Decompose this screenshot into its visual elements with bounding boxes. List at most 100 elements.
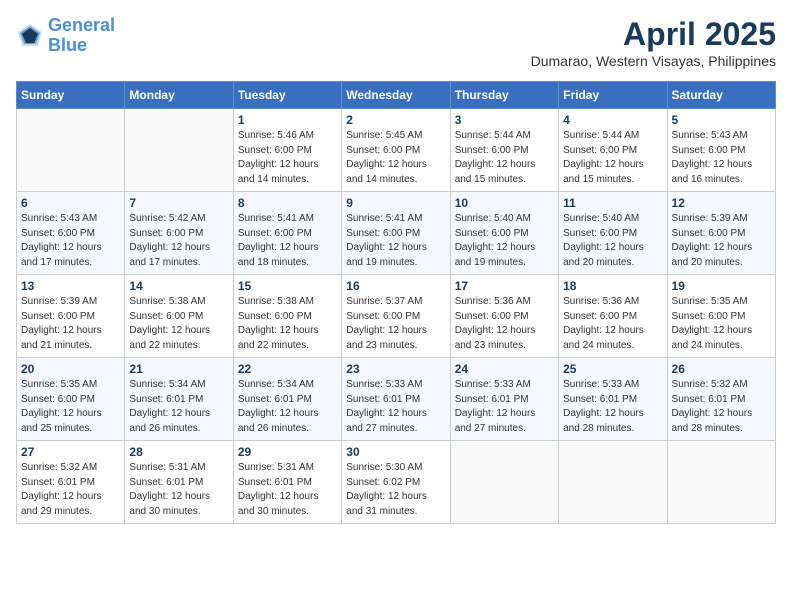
week-row-2: 6 Sunrise: 5:43 AM Sunset: 6:00 PM Daylig… — [17, 192, 776, 275]
day-info: Sunrise: 5:33 AM Sunset: 6:01 PM Dayligh… — [346, 378, 445, 436]
day-info: Sunrise: 5:30 AM Sunset: 6:02 PM Dayligh… — [346, 461, 445, 519]
day-cell: 17 Sunrise: 5:36 AM Sunset: 6:00 PM Dayli… — [450, 275, 558, 358]
day-cell: 19Sunrise: 5:35 AM Sunset: 6:00 PM Dayli… — [667, 275, 775, 358]
day-number: 2 — [346, 113, 445, 127]
day-cell: 22 Sunrise: 5:34 AM Sunset: 6:01 PM Dayli… — [233, 358, 341, 441]
day-cell: 2 Sunrise: 5:45 AM Sunset: 6:00 PM Daylig… — [342, 109, 450, 192]
day-number: 11 — [563, 196, 662, 210]
logo-line1: General — [48, 15, 115, 35]
logo-icon — [16, 22, 44, 50]
day-cell — [17, 109, 125, 192]
day-info: Sunrise: 5:33 AM Sunset: 6:01 PM Dayligh… — [455, 378, 554, 436]
day-cell: 13 Sunrise: 5:39 AM Sunset: 6:00 PM Dayli… — [17, 275, 125, 358]
weekday-header-monday: Monday — [125, 82, 233, 109]
day-number: 3 — [455, 113, 554, 127]
day-number: 18 — [563, 279, 662, 293]
day-cell: 5 Sunrise: 5:43 AM Sunset: 6:00 PM Daylig… — [667, 109, 775, 192]
day-info: Sunrise: 5:39 AM Sunset: 6:00 PM Dayligh… — [21, 295, 120, 353]
weekday-header-wednesday: Wednesday — [342, 82, 450, 109]
day-info: Sunrise: 5:46 AM Sunset: 6:00 PM Dayligh… — [238, 129, 337, 187]
day-info: Sunrise: 5:38 AM Sunset: 6:00 PM Dayligh… — [129, 295, 228, 353]
day-info: Sunrise: 5:35 AM Sunset: 6:00 PM Dayligh… — [21, 378, 120, 436]
day-cell: 21Sunrise: 5:34 AM Sunset: 6:01 PM Dayli… — [125, 358, 233, 441]
day-info: Sunrise: 5:45 AM Sunset: 6:00 PM Dayligh… — [346, 129, 445, 187]
week-row-1: 1 Sunrise: 5:46 AM Sunset: 6:00 PM Daylig… — [17, 109, 776, 192]
week-row-4: 20 Sunrise: 5:35 AM Sunset: 6:00 PM Dayli… — [17, 358, 776, 441]
day-info: Sunrise: 5:31 AM Sunset: 6:01 PM Dayligh… — [238, 461, 337, 519]
day-cell: 9Sunrise: 5:41 AM Sunset: 6:00 PM Daylig… — [342, 192, 450, 275]
day-number: 13 — [21, 279, 120, 293]
day-number: 17 — [455, 279, 554, 293]
page-header: General Blue April 2025 Dumarao, Western… — [16, 16, 776, 69]
day-number: 10 — [455, 196, 554, 210]
day-cell — [667, 441, 775, 524]
day-info: Sunrise: 5:42 AM Sunset: 6:00 PM Dayligh… — [129, 212, 228, 270]
day-cell — [559, 441, 667, 524]
day-number: 30 — [346, 445, 445, 459]
day-info: Sunrise: 5:38 AM Sunset: 6:00 PM Dayligh… — [238, 295, 337, 353]
day-number: 4 — [563, 113, 662, 127]
day-number: 25 — [563, 362, 662, 376]
day-number: 5 — [672, 113, 771, 127]
week-row-5: 27Sunrise: 5:32 AM Sunset: 6:01 PM Dayli… — [17, 441, 776, 524]
day-info: Sunrise: 5:43 AM Sunset: 6:00 PM Dayligh… — [21, 212, 120, 270]
month-title: April 2025 — [531, 16, 776, 53]
day-cell: 6 Sunrise: 5:43 AM Sunset: 6:00 PM Daylig… — [17, 192, 125, 275]
weekday-header-tuesday: Tuesday — [233, 82, 341, 109]
week-row-3: 13 Sunrise: 5:39 AM Sunset: 6:00 PM Dayli… — [17, 275, 776, 358]
day-info: Sunrise: 5:32 AM Sunset: 6:01 PM Dayligh… — [672, 378, 771, 436]
day-info: Sunrise: 5:36 AM Sunset: 6:00 PM Dayligh… — [455, 295, 554, 353]
day-info: Sunrise: 5:34 AM Sunset: 6:01 PM Dayligh… — [238, 378, 337, 436]
day-number: 15 — [238, 279, 337, 293]
day-cell: 14 Sunrise: 5:38 AM Sunset: 6:00 PM Dayli… — [125, 275, 233, 358]
location-subtitle: Dumarao, Western Visayas, Philippines — [531, 53, 776, 69]
day-info: Sunrise: 5:43 AM Sunset: 6:00 PM Dayligh… — [672, 129, 771, 187]
day-cell: 10Sunrise: 5:40 AM Sunset: 6:00 PM Dayli… — [450, 192, 558, 275]
day-info: Sunrise: 5:37 AM Sunset: 6:00 PM Dayligh… — [346, 295, 445, 353]
day-cell: 11 Sunrise: 5:40 AM Sunset: 6:00 PM Dayli… — [559, 192, 667, 275]
logo: General Blue — [16, 16, 115, 56]
day-cell: 1 Sunrise: 5:46 AM Sunset: 6:00 PM Daylig… — [233, 109, 341, 192]
day-number: 1 — [238, 113, 337, 127]
day-number: 8 — [238, 196, 337, 210]
title-block: April 2025 Dumarao, Western Visayas, Phi… — [531, 16, 776, 69]
calendar-table: SundayMondayTuesdayWednesdayThursdayFrid… — [16, 81, 776, 524]
day-number: 24 — [455, 362, 554, 376]
day-number: 19 — [672, 279, 771, 293]
weekday-header-sunday: Sunday — [17, 82, 125, 109]
day-info: Sunrise: 5:44 AM Sunset: 6:00 PM Dayligh… — [455, 129, 554, 187]
day-cell: 28Sunrise: 5:31 AM Sunset: 6:01 PM Dayli… — [125, 441, 233, 524]
day-cell: 25Sunrise: 5:33 AM Sunset: 6:01 PM Dayli… — [559, 358, 667, 441]
day-number: 29 — [238, 445, 337, 459]
day-cell: 15 Sunrise: 5:38 AM Sunset: 6:00 PM Dayli… — [233, 275, 341, 358]
weekday-header-saturday: Saturday — [667, 82, 775, 109]
day-info: Sunrise: 5:44 AM Sunset: 6:00 PM Dayligh… — [563, 129, 662, 187]
day-info: Sunrise: 5:39 AM Sunset: 6:00 PM Dayligh… — [672, 212, 771, 270]
day-number: 20 — [21, 362, 120, 376]
day-info: Sunrise: 5:32 AM Sunset: 6:01 PM Dayligh… — [21, 461, 120, 519]
day-number: 6 — [21, 196, 120, 210]
day-cell: 7Sunrise: 5:42 AM Sunset: 6:00 PM Daylig… — [125, 192, 233, 275]
day-number: 9 — [346, 196, 445, 210]
day-cell: 4 Sunrise: 5:44 AM Sunset: 6:00 PM Daylig… — [559, 109, 667, 192]
day-number: 22 — [238, 362, 337, 376]
day-cell: 29 Sunrise: 5:31 AM Sunset: 6:01 PM Dayli… — [233, 441, 341, 524]
weekday-header-row: SundayMondayTuesdayWednesdayThursdayFrid… — [17, 82, 776, 109]
day-cell: 30 Sunrise: 5:30 AM Sunset: 6:02 PM Dayli… — [342, 441, 450, 524]
day-number: 26 — [672, 362, 771, 376]
day-cell: 8 Sunrise: 5:41 AM Sunset: 6:00 PM Daylig… — [233, 192, 341, 275]
day-number: 28 — [129, 445, 228, 459]
day-cell: 26 Sunrise: 5:32 AM Sunset: 6:01 PM Dayli… — [667, 358, 775, 441]
day-cell — [450, 441, 558, 524]
logo-line2: Blue — [48, 35, 87, 55]
day-cell: 23Sunrise: 5:33 AM Sunset: 6:01 PM Dayli… — [342, 358, 450, 441]
day-number: 14 — [129, 279, 228, 293]
day-info: Sunrise: 5:34 AM Sunset: 6:01 PM Dayligh… — [129, 378, 228, 436]
day-cell: 20 Sunrise: 5:35 AM Sunset: 6:00 PM Dayli… — [17, 358, 125, 441]
day-info: Sunrise: 5:40 AM Sunset: 6:00 PM Dayligh… — [563, 212, 662, 270]
day-number: 12 — [672, 196, 771, 210]
day-cell — [125, 109, 233, 192]
day-info: Sunrise: 5:36 AM Sunset: 6:00 PM Dayligh… — [563, 295, 662, 353]
day-info: Sunrise: 5:41 AM Sunset: 6:00 PM Dayligh… — [238, 212, 337, 270]
weekday-header-friday: Friday — [559, 82, 667, 109]
